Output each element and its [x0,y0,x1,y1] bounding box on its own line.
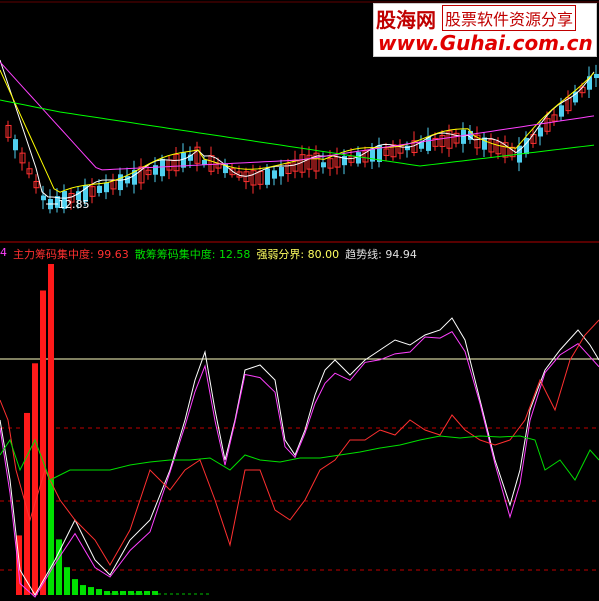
legend-main-name: 主力筹码集中度: [13,248,94,261]
legend-item-divider: 强弱分界: 80.00 [256,246,339,262]
green-bar [88,587,94,595]
candle-body-down [265,168,270,185]
candle-body-down [342,156,347,166]
indicator-lines [0,317,599,598]
candle-body-down [279,167,284,177]
red-bar [24,412,30,595]
legend-retail-value: 12.58 [218,248,251,261]
legend-params: 4 [0,246,7,259]
green-bar [80,585,86,595]
candlesticks [5,64,599,214]
candle-body-down [538,127,543,137]
legend-retail-name: 散筹筹码集中度: [134,248,216,261]
site-watermark: 股海网 股票软件资源分享 www.Guhai.com.cn [373,3,597,57]
candle-body-down [202,159,207,165]
green-bar [48,479,54,595]
watermark-slogan: 股票软件资源分享 [442,5,577,31]
legend-trend-name: 趋势线: [345,248,382,261]
ma-green-line [0,99,595,167]
indicator-panel [0,358,599,571]
candle-body-down [272,170,277,179]
candle-body-down [153,165,158,175]
watermark-logo: 股海网 [376,7,436,32]
legend-main-value: 99.63 [97,248,129,261]
candle-body-down [97,185,102,193]
legend-divider-value: 80.00 [307,248,340,261]
candle-body-down [160,158,165,177]
candle-body-down [13,139,18,151]
green-bar [64,567,70,595]
red-bar [32,363,38,595]
indicator-legend: 4 主力筹码集中度: 99.63 散筹筹码集中度: 12.58 强弱分界: 80… [0,246,423,262]
legend-item-retail: 散筹筹码集中度: 12.58 [135,246,251,262]
candle-body-down [104,182,109,193]
trend-magenta-line [0,330,599,598]
concentration-bars [16,264,209,595]
candle-body-down [559,105,564,117]
candle-body-down [594,73,599,79]
watermark-url: www.Guhai.com.cn [378,31,593,55]
low-price-label: 12.85 [58,198,90,211]
green-bar [72,579,78,595]
candle-body-down [356,152,361,164]
trend-white-line [0,317,599,596]
green-bar [104,591,110,595]
legend-item-main: 主力筹码集中度: 99.63 [13,246,129,262]
candle-body-down [405,145,410,151]
green-bar [96,589,102,595]
candle-body-down [461,129,466,144]
legend-trend-value: 94.94 [385,248,417,261]
legend-divider-name: 强弱分界: [256,248,305,261]
candle-body-down [118,174,123,191]
candle-body-down [321,162,326,168]
red-bar [40,290,46,595]
candle-body-down [573,91,578,103]
legend-item-trend: 趋势线: 94.94 [345,246,417,262]
moving-averages [0,59,595,199]
candle-body-down [41,195,46,201]
chart-stage: 12.85 [0,1,599,598]
ma-yellow-line [0,69,595,193]
